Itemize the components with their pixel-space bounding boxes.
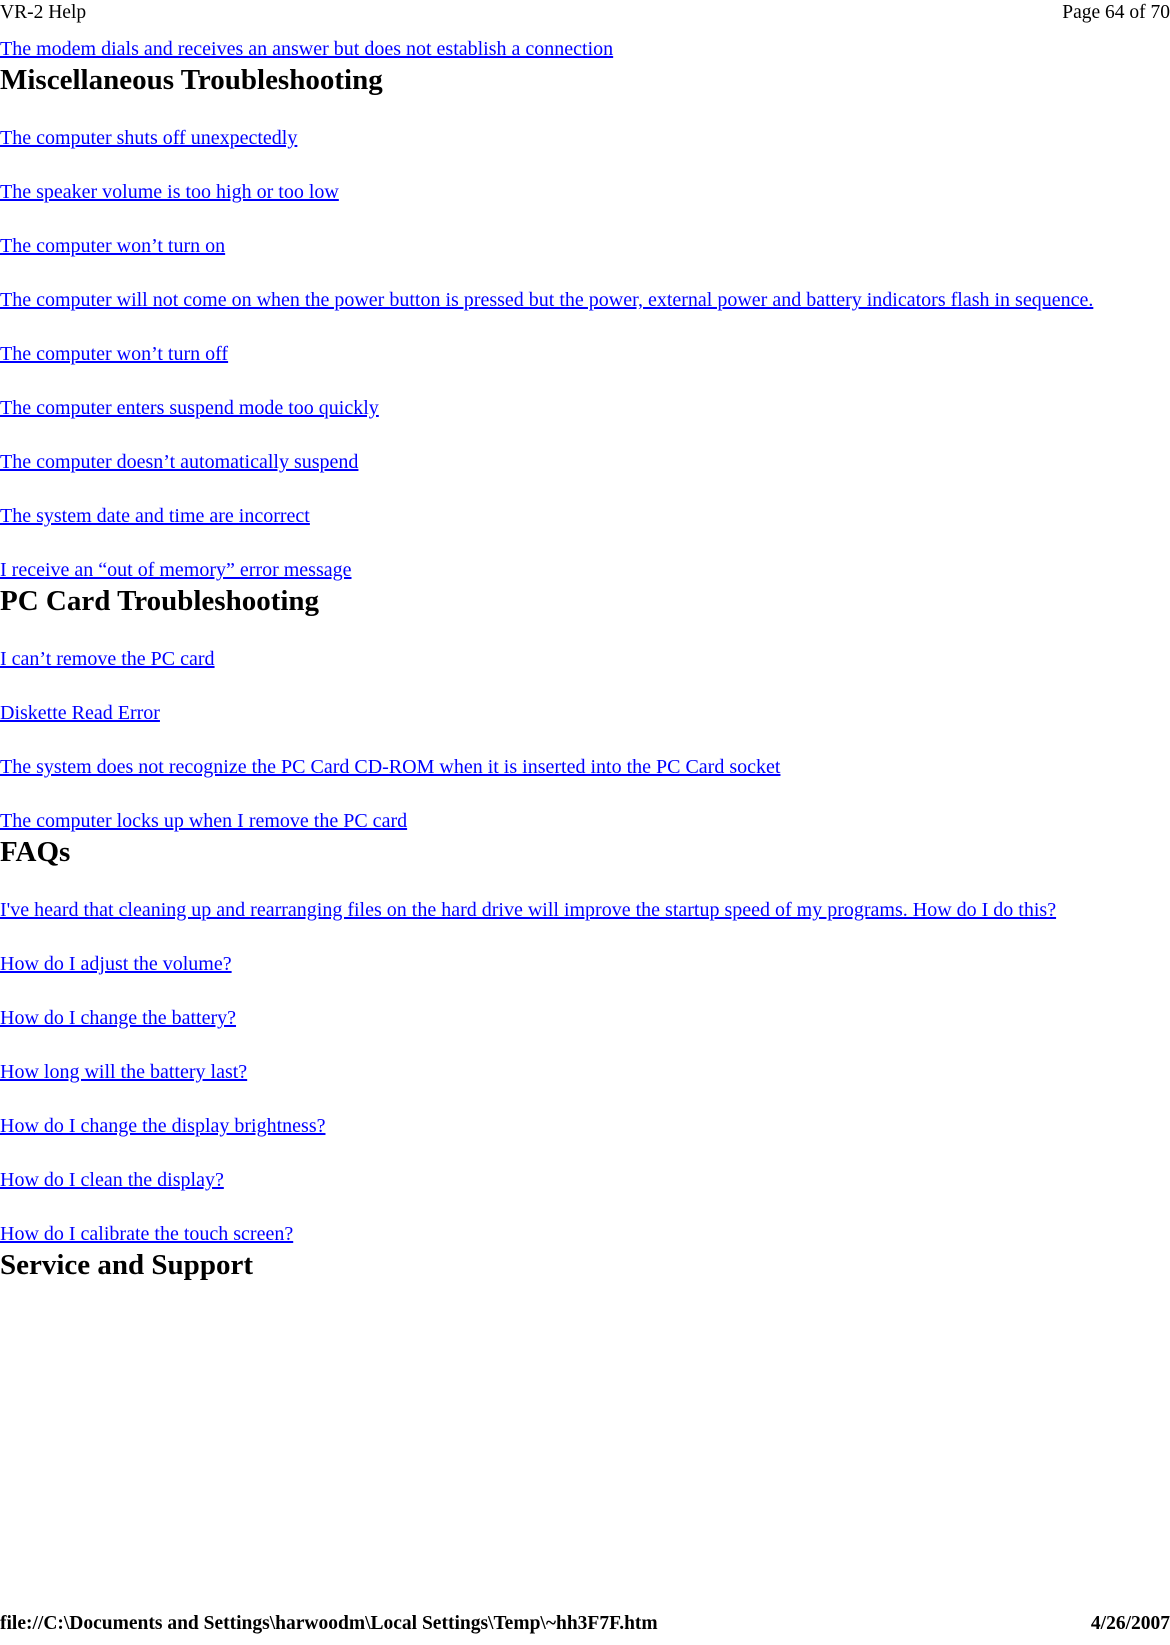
list-item: I can’t remove the PC card — [0, 646, 1125, 673]
topic-link-computer-shuts-off[interactable]: The computer shuts off unexpectedly — [0, 127, 297, 149]
faq-link-display-brightness[interactable]: How do I change the display brightness? — [0, 1115, 325, 1137]
list-item: The computer will not come on when the p… — [0, 287, 1125, 314]
list-item: The computer doesn’t automatically suspe… — [0, 449, 1125, 476]
list-item: The computer enters suspend mode too qui… — [0, 395, 1125, 422]
list-item: The computer won’t turn off — [0, 341, 1125, 368]
list-item: The computer won’t turn on — [0, 233, 1125, 260]
list-item: The computer shuts off unexpectedly — [0, 125, 1125, 152]
topic-link-cant-remove-pc-card[interactable]: I can’t remove the PC card — [0, 648, 215, 670]
faq-link-clean-display[interactable]: How do I clean the display? — [0, 1169, 224, 1191]
topic-link-modem-dials-no-connection[interactable]: The modem dials and receives an answer b… — [0, 38, 613, 60]
topic-link-computer-wont-turn-off[interactable]: The computer won’t turn off — [0, 343, 228, 365]
heading-faqs: FAQs — [0, 836, 71, 868]
document-body: The modem dials and receives an answer b… — [0, 30, 1125, 1282]
faq-link-calibrate-touch-screen[interactable]: How do I calibrate the touch screen? — [0, 1223, 293, 1245]
list-item: The system does not recognize the PC Car… — [0, 754, 1125, 781]
print-date: 4/26/2007 — [1090, 1613, 1170, 1634]
faq-link-cleanup-hard-drive-startup-speed[interactable]: I've heard that cleaning up and rearrang… — [0, 899, 1056, 921]
list-item: The speaker volume is too high or too lo… — [0, 179, 1125, 206]
document-page: VR-2 Help Page 64 of 70 The modem dials … — [0, 0, 1170, 1645]
page-footer: file://C:\Documents and Settings\harwood… — [0, 1611, 1170, 1637]
list-item: How do I change the battery? — [0, 1005, 1125, 1032]
list-item: The system date and time are incorrect — [0, 503, 1125, 530]
list-item: How do I calibrate the touch screen? — [0, 1221, 1125, 1248]
topic-link-locks-up-removing-pc-card[interactable]: The computer locks up when I remove the … — [0, 810, 407, 832]
list-item: The modem dials and receives an answer b… — [0, 36, 1125, 63]
heading-service-and-support: Service and Support — [0, 1249, 253, 1281]
topic-link-date-time-incorrect[interactable]: The system date and time are incorrect — [0, 505, 310, 527]
list-item: I've heard that cleaning up and rearrang… — [0, 897, 1125, 924]
topic-link-diskette-read-error[interactable]: Diskette Read Error — [0, 702, 160, 724]
topic-link-pc-card-cdrom-not-recognized[interactable]: The system does not recognize the PC Car… — [0, 756, 780, 778]
topic-link-out-of-memory-error[interactable]: I receive an “out of memory” error messa… — [0, 559, 352, 581]
source-file-path: file://C:\Documents and Settings\harwood… — [0, 1613, 658, 1634]
list-item: How do I clean the display? — [0, 1167, 1125, 1194]
topic-link-suspend-too-quickly[interactable]: The computer enters suspend mode too qui… — [0, 397, 379, 419]
topic-link-no-automatic-suspend[interactable]: The computer doesn’t automatically suspe… — [0, 451, 358, 473]
faq-link-battery-life[interactable]: How long will the battery last? — [0, 1061, 247, 1083]
faq-link-adjust-volume[interactable]: How do I adjust the volume? — [0, 953, 232, 975]
topic-link-power-indicators-flash[interactable]: The computer will not come on when the p… — [0, 289, 1093, 311]
heading-miscellaneous-troubleshooting: Miscellaneous Troubleshooting — [0, 64, 383, 96]
topic-link-computer-wont-turn-on[interactable]: The computer won’t turn on — [0, 235, 225, 257]
page-header: VR-2 Help Page 64 of 70 — [0, 0, 1170, 30]
heading-pc-card-troubleshooting: PC Card Troubleshooting — [0, 585, 320, 617]
list-item: How long will the battery last? — [0, 1059, 1125, 1086]
topic-link-speaker-volume[interactable]: The speaker volume is too high or too lo… — [0, 181, 339, 203]
document-title: VR-2 Help — [0, 2, 87, 23]
list-item: How do I change the display brightness? — [0, 1113, 1125, 1140]
list-item: I receive an “out of memory” error messa… — [0, 557, 1125, 584]
list-item: How do I adjust the volume? — [0, 951, 1125, 978]
faq-link-change-battery[interactable]: How do I change the battery? — [0, 1007, 236, 1029]
list-item: Diskette Read Error — [0, 700, 1125, 727]
list-item: The computer locks up when I remove the … — [0, 808, 1125, 835]
page-number-indicator: Page 64 of 70 — [1062, 2, 1170, 23]
